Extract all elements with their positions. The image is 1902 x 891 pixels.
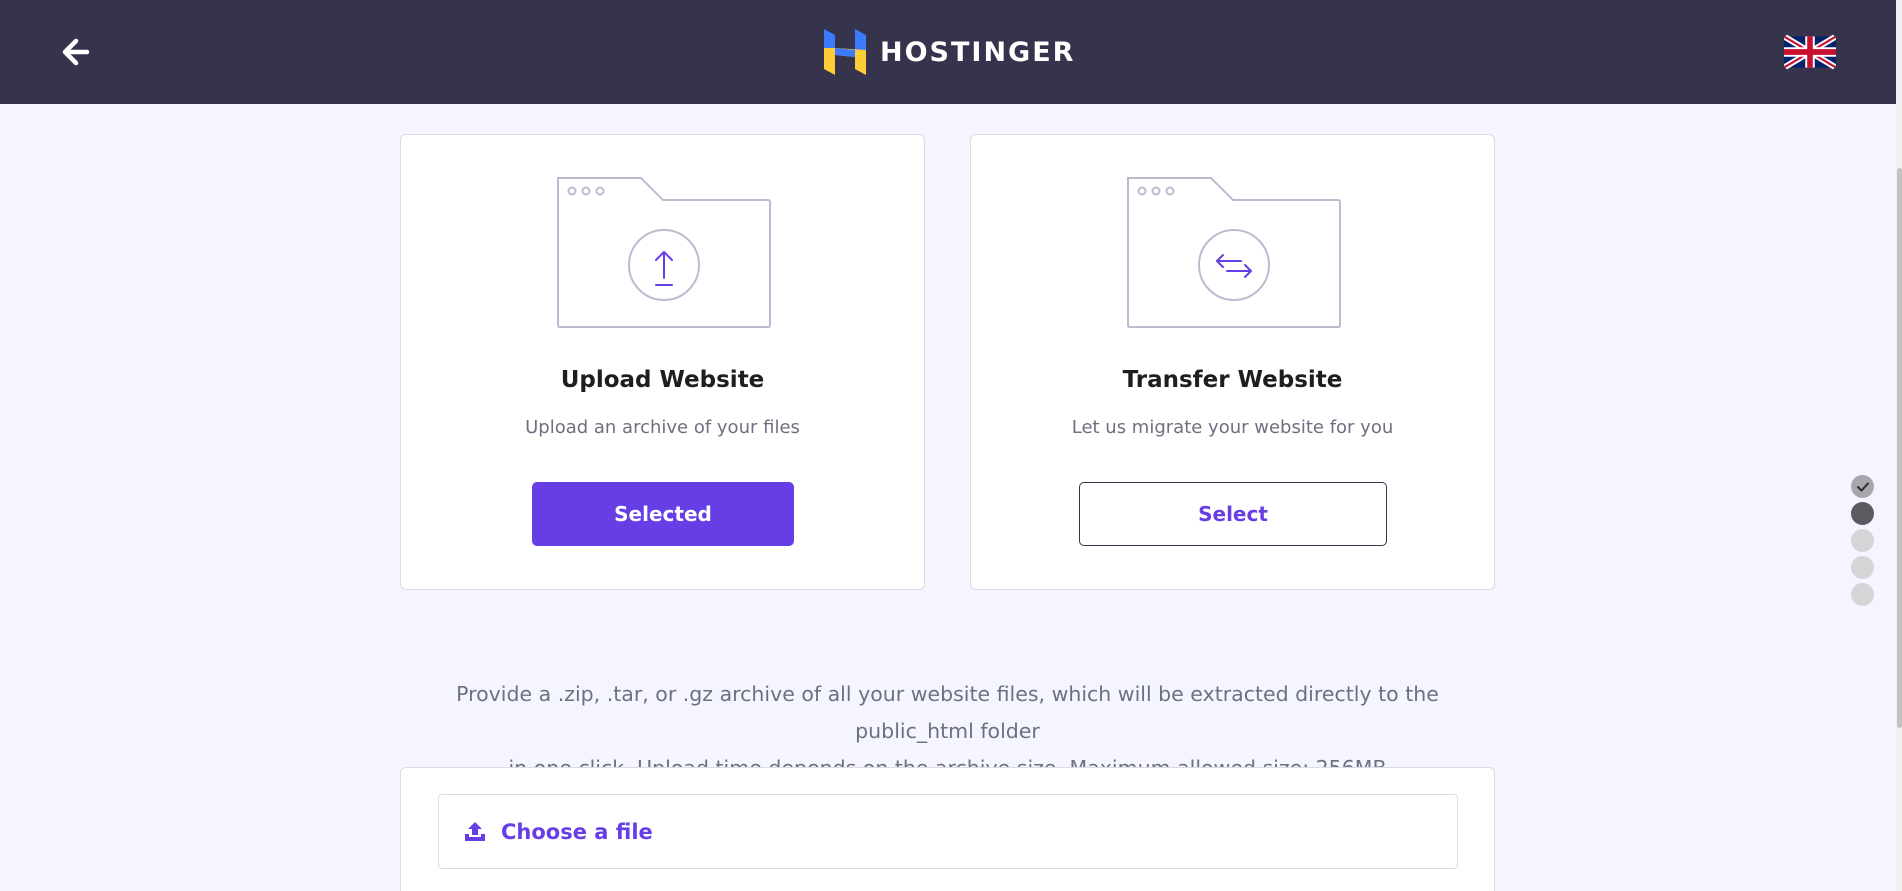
hostinger-logo[interactable]: HOSTINGER [824, 29, 1075, 75]
transfer-select-button[interactable]: Select [1079, 482, 1387, 546]
step-2-current[interactable] [1851, 502, 1874, 525]
top-bar: HOSTINGER [0, 0, 1896, 104]
upload-selected-button[interactable]: Selected [532, 482, 794, 546]
step-3[interactable] [1851, 529, 1874, 552]
back-arrow-icon[interactable] [54, 32, 94, 72]
progress-steps [1851, 475, 1875, 610]
step-1-completed[interactable] [1851, 475, 1874, 498]
upload-website-card[interactable]: Upload Website Upload an archive of your… [400, 134, 925, 590]
instructions-line-1: Provide a .zip, .tar, or .gz archive of … [456, 682, 1439, 743]
folder-transfer-icon [1127, 177, 1341, 328]
transfer-website-card[interactable]: Transfer Website Let us migrate your web… [970, 134, 1495, 590]
choose-file-label: Choose a file [501, 819, 653, 844]
choose-file-input[interactable]: Choose a file [438, 794, 1458, 869]
transfer-website-title: Transfer Website [1122, 367, 1343, 393]
file-upload-panel: Choose a file [400, 767, 1495, 891]
upload-icon [465, 821, 485, 841]
hostinger-logo-icon [824, 29, 866, 75]
transfer-website-description: Let us migrate your website for you [1071, 417, 1394, 438]
logo-text: HOSTINGER [880, 36, 1076, 68]
upload-website-title: Upload Website [560, 367, 765, 393]
checkmark-icon [1856, 482, 1869, 491]
folder-upload-icon [557, 177, 771, 328]
step-5[interactable] [1851, 583, 1874, 606]
step-4[interactable] [1851, 556, 1874, 579]
upload-website-description: Upload an archive of your files [525, 417, 800, 438]
uk-flag-icon[interactable] [1784, 34, 1836, 70]
scrollbar-thumb[interactable] [1897, 168, 1902, 728]
